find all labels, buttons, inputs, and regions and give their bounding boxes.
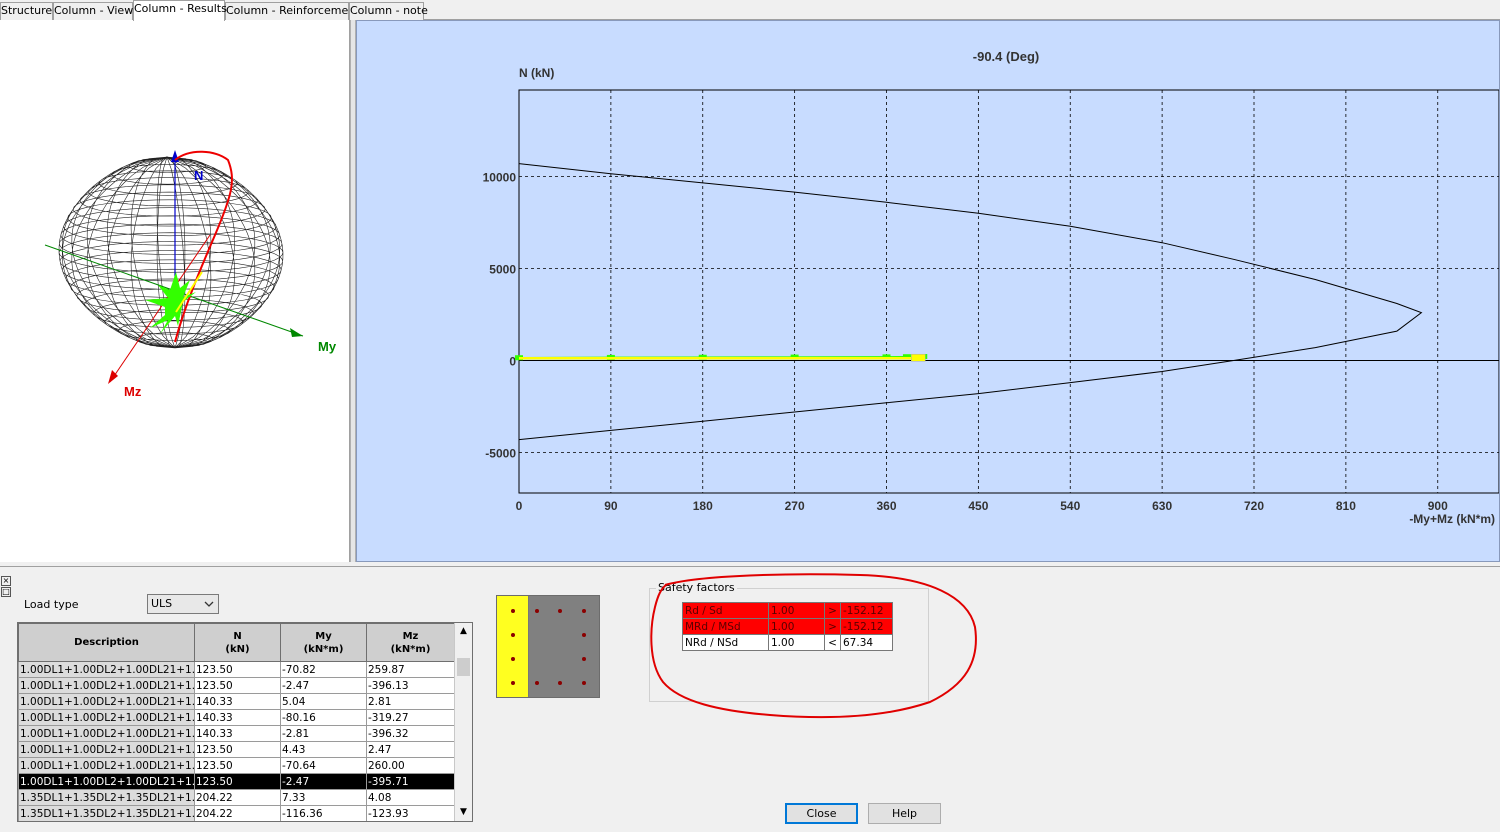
x-tick-label: 450: [968, 499, 988, 513]
table-row[interactable]: 1.00DL1+1.00DL2+1.00DL21+1.00D123.50-2.4…: [18, 773, 455, 790]
cell-description: 1.35DL1+1.35DL2+1.35DL21+1.35D: [18, 805, 195, 821]
x-tick-label: 360: [876, 499, 896, 513]
cell-description: 1.00DL1+1.00DL2+1.00DL21+1.00D: [18, 773, 195, 790]
tab-structure[interactable]: Structure: [0, 2, 53, 20]
cell-my: -2.47: [280, 773, 367, 790]
tab-column-note[interactable]: Column - note: [349, 2, 428, 20]
cell-description: 1.00DL1+1.00DL2+1.00DL21+1.00D: [18, 741, 195, 758]
cell-mz: 260.00: [366, 757, 455, 774]
interaction-surface-3d-view[interactable]: N My Mz: [0, 20, 350, 562]
close-button[interactable]: Close: [785, 803, 858, 824]
cell-mz: -395.71: [366, 773, 455, 790]
n-axis-arrow: [171, 150, 179, 162]
x-tick-label: 0: [516, 499, 523, 513]
x-tick-label: 180: [693, 499, 713, 513]
y-axis-label: N (kN): [519, 66, 554, 80]
load-envelope-marker: [911, 353, 926, 362]
help-button[interactable]: Help: [868, 803, 941, 824]
table-row[interactable]: 1.00DL1+1.00DL2+1.00DL21+1.00D140.33-2.8…: [18, 725, 455, 742]
chart-title: -90.4 (Deg): [973, 49, 1039, 64]
x-tick-label: 270: [785, 499, 805, 513]
cell-my: 7.33: [280, 789, 367, 806]
x-tick-label: 810: [1336, 499, 1356, 513]
cell-mz: -123.93: [366, 805, 455, 821]
cell-description: 1.00DL1+1.00DL2+1.00DL21+1.00D: [18, 757, 195, 774]
my-axis-arrow: [290, 328, 303, 337]
table-row[interactable]: 1.00DL1+1.00DL2+1.00DL21+1.00D123.504.43…: [18, 741, 455, 758]
cell-n: 140.33: [194, 725, 281, 742]
axis-label-mz: Mz: [124, 384, 142, 399]
plot-frame: [518, 89, 1499, 494]
scroll-down-icon[interactable]: ▼: [455, 804, 472, 821]
cell-n: 123.50: [194, 757, 281, 774]
x-tick-label: 900: [1428, 499, 1448, 513]
cell-mz: 4.08: [366, 789, 455, 806]
table-row[interactable]: 1.00DL1+1.00DL2+1.00DL21+1.00D123.50-70.…: [18, 757, 455, 774]
table-row[interactable]: 1.35DL1+1.35DL2+1.35DL21+1.35 204.22 7.33 4…: [18, 789, 455, 806]
tab-column-view[interactable]: Column - View: [53, 2, 133, 20]
x-tick-label: 540: [1060, 499, 1080, 513]
mz-axis-line: [109, 234, 211, 383]
x-tick-label: 90: [604, 499, 618, 513]
cell-description: 1.35DL1+1.35DL2+1.35DL21+1.35: [18, 789, 195, 806]
cell-my: 4.43: [280, 741, 367, 758]
y-tick-label: 5000: [489, 262, 516, 276]
tab-bar: Structure Column - View Column - Results…: [0, 0, 1500, 21]
chart-series: [515, 163, 1423, 441]
chart-grid: [519, 90, 1499, 493]
tab-column-reinforcement[interactable]: Column - Reinforcement: [225, 2, 360, 20]
cell-n: 204.22: [194, 805, 281, 821]
x-tick-label: 630: [1152, 499, 1172, 513]
chart-tick-labels: 0 90 180 270 360 450 540 630 720 810 900-500005000…: [483, 170, 1448, 513]
hand-drawn-annotation: [650, 573, 977, 719]
x-axis-label: -My+Mz (kN*m): [1409, 512, 1495, 526]
table-row[interactable]: 1.35DL1+1.35DL2+1.35DL21+1.35D204.22-116…: [18, 805, 455, 821]
interaction-diagram-chart: 0 90 180 270 360 450 540 630 720 810 900 -5000 0 5000…: [356, 20, 1500, 562]
results-panel: × □ Load type ULS Description N (kN) My (k…: [0, 566, 1500, 832]
cell-my: -2.81: [280, 725, 367, 742]
cell-n: 123.50: [194, 773, 281, 790]
cell-n: 204.22: [194, 789, 281, 806]
y-tick-label: -5000: [485, 447, 516, 461]
axis-label-my: My: [318, 339, 337, 354]
cell-description: 1.00DL1+1.00DL2+1.00DL21+1.00D: [18, 725, 195, 742]
series-interaction-curve: [518, 163, 1423, 441]
cell-my: -70.64: [280, 757, 367, 774]
tab-column-results[interactable]: Column - Results: [133, 0, 227, 21]
y-tick-label: 10000: [483, 170, 517, 184]
x-tick-label: 720: [1244, 499, 1264, 513]
cell-n: 123.50: [194, 741, 281, 758]
3d-surface-drawing: N My Mz: [44, 150, 337, 399]
chart-svg: 0 90 180 270 360 450 540 630 720 810 900-500005000…: [483, 49, 1499, 526]
cell-mz: 2.47: [366, 741, 455, 758]
cell-my: -116.36: [280, 805, 367, 821]
cell-mz: -396.32: [366, 725, 455, 742]
axis-label-n: N: [194, 168, 203, 183]
